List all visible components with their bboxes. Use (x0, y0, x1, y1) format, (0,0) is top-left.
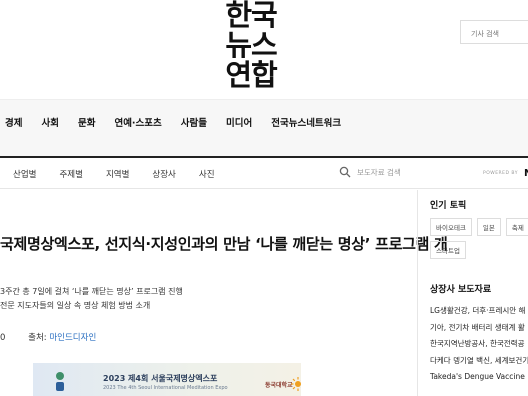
topic-tag[interactable]: 축제 (505, 218, 528, 236)
nav-culture[interactable]: 문화 (78, 115, 95, 129)
summary-line: 3주간 총 7일에 걸쳐 ‘나를 깨닫는 명상’ 프로그램 진행 (0, 287, 183, 296)
release-item[interactable]: LG생활건강, 더후·프레시안 해 (430, 303, 528, 320)
poster-subtitle: 2023 The 4th Seoul International Meditat… (103, 385, 228, 391)
listed-releases-list: LG생활건강, 더후·프레시안 해 기아, 전기차 배터리 생태계 활 한국지역… (430, 303, 528, 386)
sub-nav: 산업별 주제별 지역별 상장사 사진 (13, 158, 238, 189)
topic-tags: 바이오테크 일본 축제 스타트업 (430, 218, 528, 264)
popular-topics-title: 인기 토픽 (430, 201, 467, 211)
article-summary: 3주간 총 7일에 걸쳐 ‘나를 깨닫는 명상’ 프로그램 진행 전문 지도자들… (0, 285, 183, 313)
listed-releases-title: 상장사 보도자료 (430, 285, 492, 295)
logo-line-1: 한국 (225, 0, 277, 32)
nav-national-network[interactable]: 전국뉴스네트워크 (271, 115, 341, 129)
powered-by: POWERED BY N (483, 168, 528, 179)
meta-date: 0 (0, 333, 6, 343)
poster-title: 2023 제4회 서울국제명상엑스포 (103, 374, 218, 383)
source-link[interactable]: 마인드디자인 (49, 333, 96, 343)
expo-logo-icon (56, 372, 64, 391)
release-item[interactable]: Takeda's Dengue Vaccine (430, 369, 528, 386)
nav-entertainment-sports[interactable]: 연예·스포츠 (114, 115, 161, 129)
press-search-placeholder[interactable]: 보도자료 검색 (357, 167, 401, 178)
site-logo[interactable]: 한국 뉴스 연합 (220, 0, 282, 96)
nav-media[interactable]: 미디어 (226, 115, 252, 129)
search-input[interactable] (461, 23, 528, 45)
article-title: 국제명상엑스포, 선지식·지성인과의 만남 ‘나를 깨닫는 명상’ 프로그램 개 (0, 235, 448, 253)
press-search[interactable]: 보도자료 검색 (339, 166, 401, 178)
topic-tag[interactable]: 바이오테크 (430, 218, 472, 236)
sub-nav-topic[interactable]: 주제별 (59, 168, 82, 180)
article-image: 2023 제4회 서울국제명상엑스포 2023 The 4th Seoul In… (33, 363, 301, 396)
powered-by-label: POWERED BY (483, 171, 519, 176)
article-search-box[interactable] (460, 20, 528, 45)
sub-nav-industry[interactable]: 산업별 (13, 168, 36, 180)
release-item[interactable]: 기아, 전기차 배터리 생태계 활 (430, 320, 528, 337)
topic-tag[interactable]: 일본 (476, 218, 501, 236)
article-meta: 0 출처: 마인드디자인 (0, 331, 96, 343)
brand-logo: N (524, 168, 528, 179)
sub-nav-region[interactable]: 지역별 (106, 168, 129, 180)
logo-line-3: 연합 (225, 58, 277, 92)
topic-tag[interactable]: 스타트업 (430, 241, 466, 259)
main-nav: 경제 사회 문화 연예·스포츠 사람들 미디어 전국뉴스네트워크 (0, 99, 360, 145)
sub-nav-photo[interactable]: 사진 (199, 168, 215, 180)
summary-line: 전문 지도자들의 일상 속 명상 체험 방법 소개 (0, 301, 151, 310)
sidebar-divider (417, 190, 418, 396)
release-item[interactable]: 한국지역난방공사, 한국전력공 (430, 336, 528, 353)
nav-society[interactable]: 사회 (41, 115, 58, 129)
release-item[interactable]: 다케다 뎅기열 백신, 세계보건기 (430, 353, 528, 370)
search-icon[interactable] (339, 166, 351, 178)
nav-people[interactable]: 사람들 (181, 115, 207, 129)
logo-line-2: 뉴스 (225, 28, 277, 62)
nav-economy[interactable]: 경제 (5, 115, 22, 129)
press-release-bar: 산업별 주제별 지역별 상장사 사진 보도자료 검색 POWERED BY N (0, 156, 528, 189)
sidebar: 인기 토픽 바이오테크 일본 축제 스타트업 상장사 보도자료 LG생활건강, … (430, 198, 528, 386)
source-label: 출처: (28, 333, 47, 343)
poster-university: 동국대학교 (265, 382, 293, 389)
sub-nav-listed[interactable]: 상장사 (152, 168, 175, 180)
university-emblem-icon (291, 377, 301, 391)
